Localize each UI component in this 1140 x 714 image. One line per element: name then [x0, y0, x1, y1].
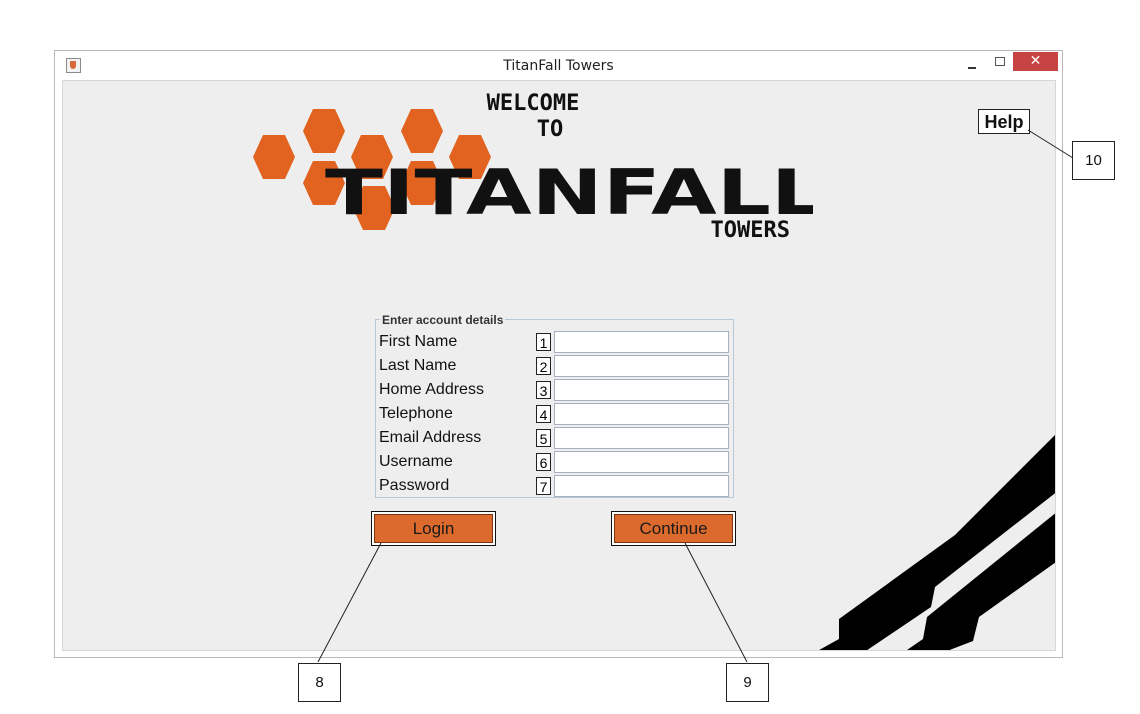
first-name-label: First Name	[379, 333, 458, 350]
last-name-input[interactable]	[554, 355, 729, 377]
logo-welcome-text: WELCOME	[487, 91, 580, 116]
annotation-badge: 1	[536, 333, 551, 351]
window-title: TitanFall Towers	[503, 58, 614, 74]
callout-continue: 9	[726, 663, 769, 702]
password-input[interactable]	[554, 475, 729, 497]
continue-button-label: Continue	[614, 514, 733, 543]
username-label: Username	[379, 453, 453, 470]
email-address-input[interactable]	[554, 427, 729, 449]
logo-to-text: TO	[537, 117, 564, 142]
last-name-label: Last Name	[379, 357, 457, 374]
annotation-badge: 6	[536, 453, 551, 471]
home-address-label: Home Address	[379, 381, 484, 398]
annotation-badge: 4	[536, 405, 551, 423]
close-button[interactable]: ✕	[1013, 52, 1058, 71]
annotation-badge: 2	[536, 357, 551, 375]
main-panel: WELCOME TO TITANFALL TOWERS Help Enter a…	[62, 80, 1056, 651]
annotation-badge: 5	[536, 429, 551, 447]
panel-legend: Enter account details	[380, 313, 506, 327]
home-address-input[interactable]	[554, 379, 729, 401]
titanfall-logo: WELCOME TO TITANFALL TOWERS	[253, 91, 813, 243]
minimize-button[interactable]	[962, 55, 986, 75]
callout-help: 10	[1072, 141, 1115, 180]
maximize-button[interactable]	[988, 55, 1012, 75]
email-address-row: Email Address 5	[376, 426, 733, 450]
telephone-row: Telephone 4	[376, 402, 733, 426]
first-name-input[interactable]	[554, 331, 729, 353]
first-name-row: First Name 1	[376, 330, 733, 354]
email-address-label: Email Address	[379, 429, 482, 446]
annotation-badge: 3	[536, 381, 551, 399]
telephone-label: Telephone	[379, 405, 453, 422]
continue-button[interactable]: Continue	[611, 511, 736, 546]
decorative-stripes	[819, 435, 1055, 650]
password-row: Password 7	[376, 474, 733, 498]
password-label: Password	[379, 477, 450, 494]
app-window: TitanFall Towers ✕ WELCOME TO TITANFALL …	[54, 50, 1063, 658]
username-row: Username 6	[376, 450, 733, 474]
callout-login: 8	[298, 663, 341, 702]
help-button[interactable]: Help	[978, 109, 1030, 134]
annotation-badge: 7	[536, 477, 551, 495]
account-details-panel: Enter account details First Name 1 Last …	[375, 313, 734, 498]
username-input[interactable]	[554, 451, 729, 473]
telephone-input[interactable]	[554, 403, 729, 425]
logo-towers-text: TOWERS	[711, 218, 790, 243]
home-address-row: Home Address 3	[376, 378, 733, 402]
login-button[interactable]: Login	[371, 511, 496, 546]
login-button-label: Login	[374, 514, 493, 543]
title-bar[interactable]: TitanFall Towers ✕	[55, 51, 1062, 79]
last-name-row: Last Name 2	[376, 354, 733, 378]
